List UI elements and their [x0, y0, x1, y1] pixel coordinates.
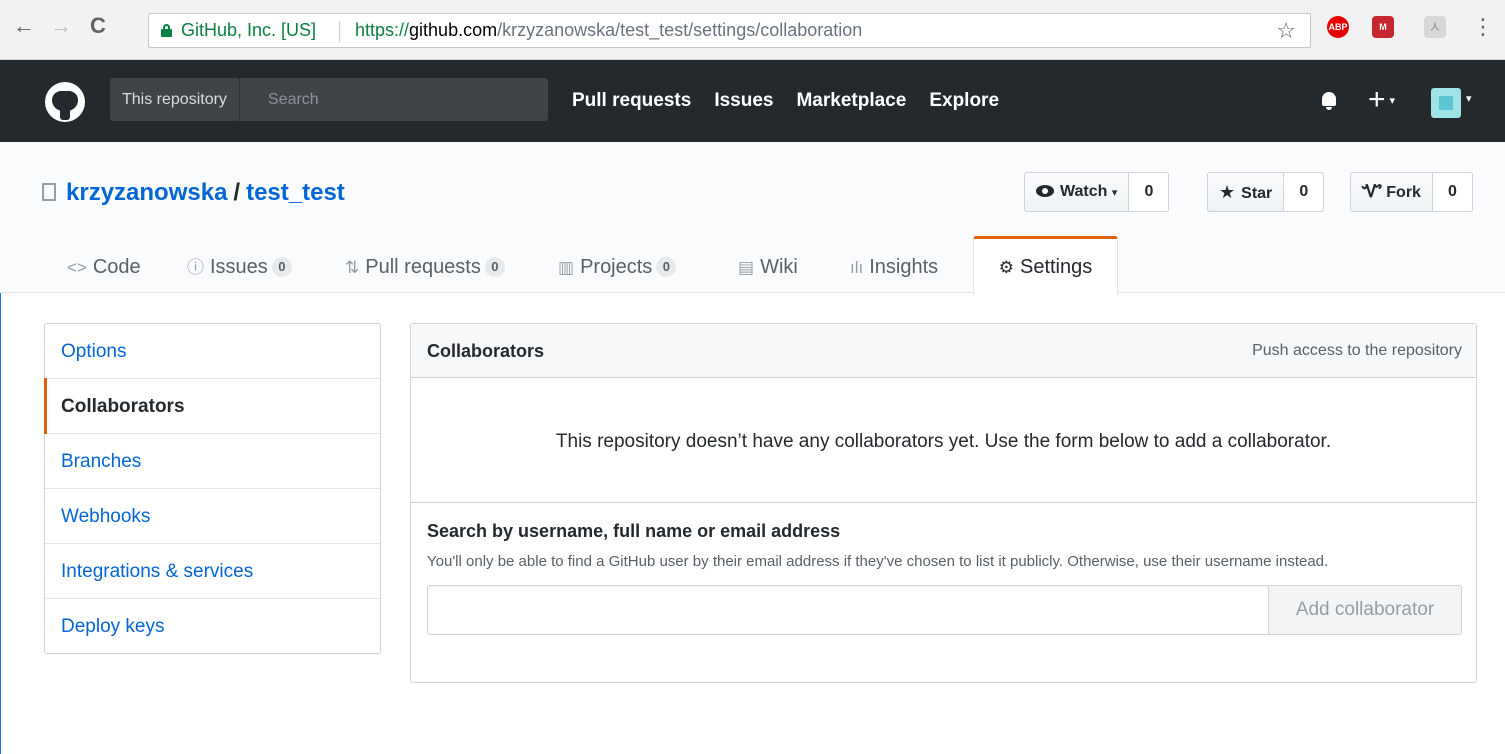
- nav-issues[interactable]: Issues: [714, 60, 773, 142]
- tab-insights[interactable]: ılı Insights: [850, 236, 938, 293]
- nav-explore[interactable]: Explore: [929, 60, 999, 142]
- issue-opened-icon: ⓘ: [187, 258, 204, 277]
- bookmark-star-icon[interactable]: ☆: [1276, 14, 1296, 47]
- tab-pull-requests[interactable]: ⇅ Pull requests 0: [345, 236, 505, 293]
- repo-title: krzyzanowska / test_test: [42, 179, 345, 207]
- header-nav: Pull requests Issues Marketplace Explore: [572, 60, 999, 142]
- notifications-bell-icon[interactable]: [1321, 92, 1337, 110]
- collaborators-box: Collaborators Push access to the reposit…: [410, 323, 1477, 683]
- settings-sidebar: Options Collaborators Branches Webhooks …: [44, 323, 381, 654]
- tab-wiki[interactable]: ▤ Wiki: [738, 236, 798, 293]
- user-avatar[interactable]: [1431, 88, 1461, 118]
- plus-caret-icon: ▾: [1389, 95, 1396, 108]
- add-collaborator-form: Search by username, full name or email a…: [427, 521, 1462, 635]
- tab-projects[interactable]: ▥ Projects 0: [558, 236, 677, 293]
- collaborators-header: Collaborators Push access to the reposit…: [411, 324, 1476, 378]
- forward-arrow-icon[interactable]: →: [47, 12, 75, 40]
- back-arrow-icon[interactable]: ←: [10, 12, 38, 40]
- repository-head: krzyzanowska / test_test Watch ▾ 0 ★ Star 0…: [0, 142, 1505, 295]
- fork-count[interactable]: 0: [1432, 172, 1473, 212]
- search-collaborator-label: Search by username, full name or email a…: [427, 521, 841, 541]
- tab-code[interactable]: <> Code: [67, 236, 141, 293]
- git-pull-request-icon: ⇅: [345, 258, 360, 277]
- browser-menu-icon[interactable]: ⋮: [1472, 14, 1494, 40]
- project-icon: ▥: [558, 258, 575, 277]
- avatar-caret-icon[interactable]: ▾: [1466, 92, 1472, 105]
- window-edge-line: [0, 293, 1, 754]
- fork-group: Ꮙ Fork 0: [1350, 172, 1473, 212]
- graph-icon: ılı: [850, 258, 864, 277]
- gear-icon: ⚙: [998, 258, 1014, 277]
- watch-count[interactable]: 0: [1129, 172, 1170, 212]
- browser-toolbar: ← → C GitHub, Inc. [US] https://github.c…: [0, 0, 1505, 60]
- adblock-extension-icon[interactable]: ABP: [1327, 16, 1349, 38]
- watch-group: Watch ▾ 0: [1024, 172, 1170, 212]
- secure-origin-label: GitHub, Inc. [US]: [181, 20, 317, 40]
- fork-label: Fork: [1386, 184, 1421, 201]
- watch-label: Watch: [1060, 183, 1108, 200]
- star-button[interactable]: ★ Star: [1207, 172, 1285, 212]
- star-label: Star: [1241, 185, 1273, 202]
- repo-name-link[interactable]: test_test: [246, 179, 345, 206]
- header-search-input[interactable]: [258, 78, 548, 121]
- book-icon: ▤: [738, 258, 755, 277]
- sidebar-item-deploy-keys[interactable]: Deploy keys: [45, 599, 380, 653]
- reload-icon[interactable]: C: [84, 12, 112, 40]
- collaborator-search-input[interactable]: [427, 585, 1269, 635]
- address-bar[interactable]: GitHub, Inc. [US] https://github.com/krz…: [148, 13, 1311, 48]
- star-icon: ★: [1219, 182, 1236, 202]
- address-separator: [339, 21, 340, 42]
- repo-owner-link[interactable]: krzyzanowska: [66, 179, 227, 206]
- tab-pull-requests-label: Pull requests: [365, 256, 481, 278]
- star-count[interactable]: 0: [1284, 172, 1325, 212]
- collaborators-title: Collaborators: [427, 341, 545, 361]
- tab-code-label: Code: [92, 256, 141, 278]
- sidebar-item-webhooks[interactable]: Webhooks: [45, 489, 380, 544]
- code-icon: <>: [67, 258, 87, 277]
- plus-glyph: +: [1368, 83, 1386, 116]
- collaborator-input-row: Add collaborator: [427, 585, 1462, 635]
- github-logo-icon[interactable]: [45, 82, 85, 122]
- repo-path-separator: /: [233, 179, 241, 206]
- tab-settings[interactable]: ⚙ Settings: [973, 236, 1118, 295]
- header-search: This repository: [110, 78, 548, 121]
- empty-state-message: This repository doesn’t have any collabo…: [411, 378, 1476, 503]
- url-path: /krzyzanowska/test_test/settings/collabo…: [497, 20, 863, 40]
- lock-icon: [161, 24, 172, 37]
- create-new-plus-icon[interactable]: + ▾: [1368, 80, 1395, 121]
- watch-button[interactable]: Watch ▾: [1024, 172, 1130, 212]
- pdf-extension-icon[interactable]: 人: [1424, 16, 1446, 38]
- sidebar-item-options[interactable]: Options: [45, 324, 380, 379]
- eye-icon: [1036, 185, 1054, 197]
- fork-button[interactable]: Ꮙ Fork: [1350, 172, 1433, 212]
- pull-requests-counter: 0: [484, 257, 505, 277]
- star-group: ★ Star 0: [1207, 172, 1325, 212]
- nav-pull-requests[interactable]: Pull requests: [572, 60, 691, 142]
- sidebar-item-branches[interactable]: Branches: [45, 434, 380, 489]
- sidebar-item-integrations[interactable]: Integrations & services: [45, 544, 380, 599]
- search-collaborator-note: You'll only be able to find a GitHub use…: [427, 553, 1329, 570]
- url-host: github.com: [409, 20, 498, 40]
- projects-counter: 0: [656, 257, 677, 277]
- github-header: This repository Pull requests Issues Mar…: [0, 60, 1505, 142]
- mendeley-extension-icon[interactable]: M: [1372, 16, 1394, 38]
- tab-wiki-label: Wiki: [760, 256, 798, 278]
- url-text[interactable]: https://github.com/krzyzanowska/test_tes…: [355, 14, 862, 47]
- tab-projects-label: Projects: [580, 256, 653, 278]
- watch-caret-icon: ▾: [1111, 187, 1118, 199]
- tab-issues[interactable]: ⓘ Issues 0: [187, 236, 292, 293]
- sidebar-item-collaborators[interactable]: Collaborators: [44, 378, 380, 434]
- nav-marketplace[interactable]: Marketplace: [796, 60, 906, 142]
- push-access-note: Push access to the repository: [1252, 342, 1462, 359]
- tab-insights-label: Insights: [869, 256, 939, 278]
- fork-icon: Ꮙ: [1362, 182, 1383, 201]
- search-scope-label[interactable]: This repository: [110, 78, 240, 121]
- tab-settings-label: Settings: [1019, 256, 1093, 278]
- add-collaborator-button[interactable]: Add collaborator: [1268, 585, 1462, 635]
- url-scheme: https://: [355, 20, 410, 40]
- issues-counter: 0: [271, 257, 292, 277]
- tab-issues-label: Issues: [210, 256, 268, 278]
- repo-book-icon: [42, 183, 56, 201]
